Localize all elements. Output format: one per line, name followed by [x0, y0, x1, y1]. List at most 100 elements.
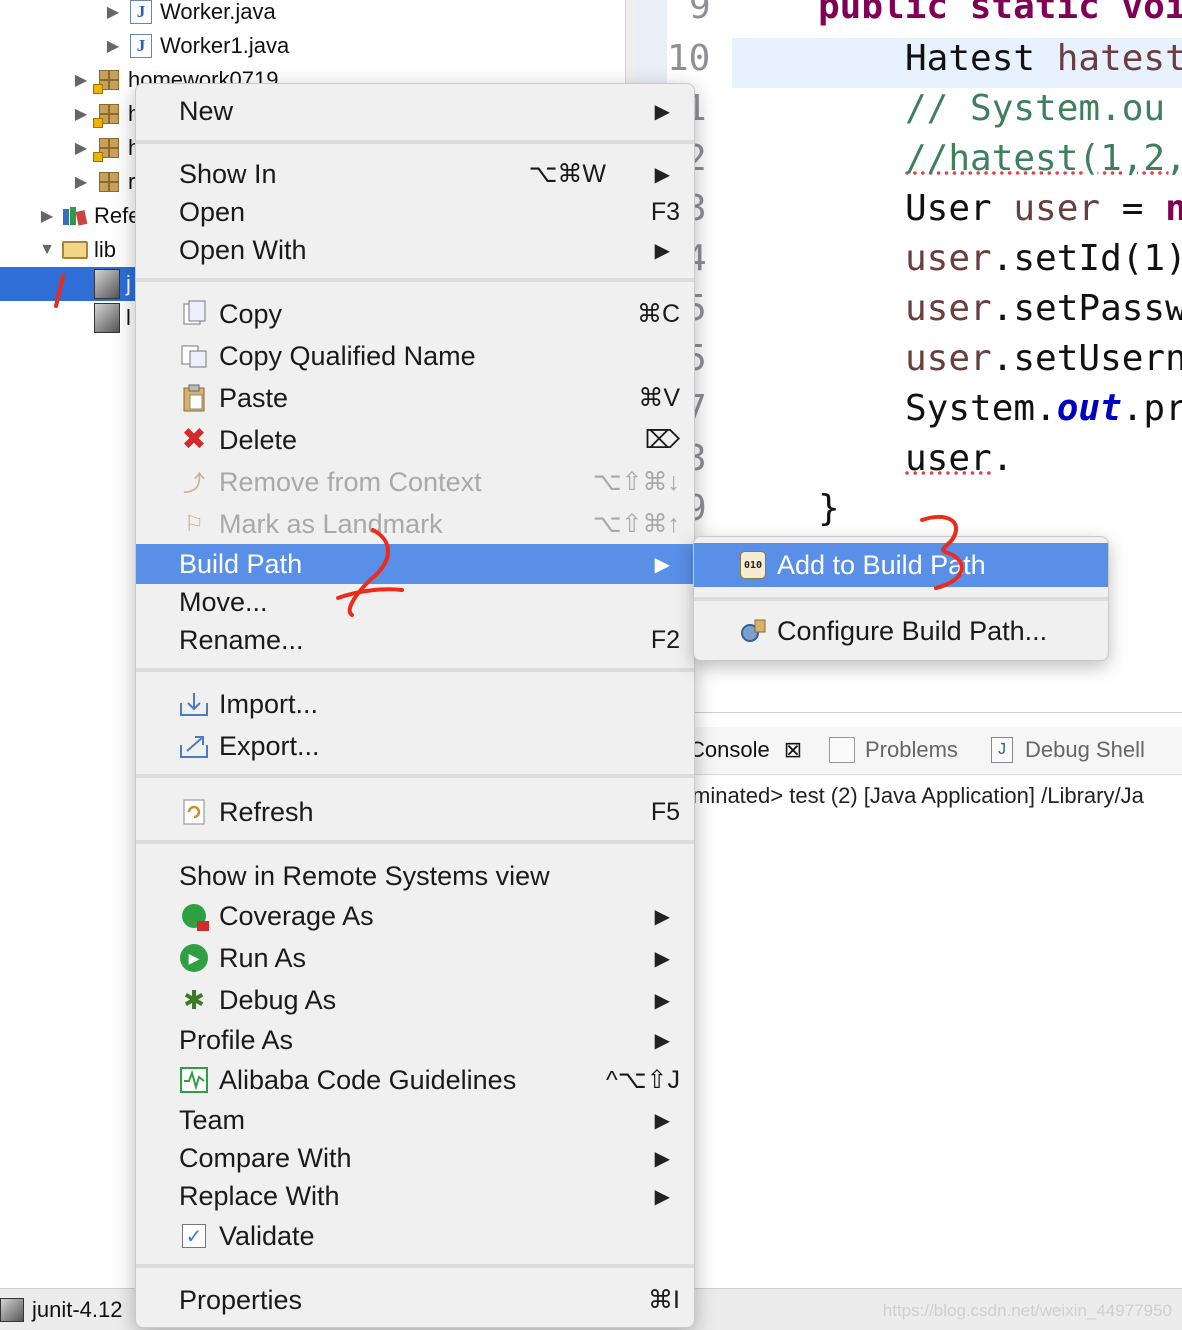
- menu-item-paste[interactable]: Paste ⌘V: [136, 378, 694, 418]
- menu-item-delete[interactable]: ✖ Delete ⌦: [136, 420, 694, 460]
- menu-item-show-in[interactable]: Show In ⌥⌘W ▶: [136, 154, 694, 194]
- line-number: 9: [685, 488, 707, 529]
- tree-item-worker1-java[interactable]: ▶ J Worker1.java: [104, 29, 289, 63]
- coverage-icon: [178, 900, 210, 932]
- submenu-arrow-icon: ▶: [654, 553, 670, 576]
- menu-separator: [136, 278, 694, 282]
- line-number: 5: [685, 288, 707, 329]
- line-number: 1: [685, 88, 707, 129]
- menu-item-label: Move...: [179, 586, 268, 617]
- line-number: 9: [689, 0, 711, 27]
- menu-item-coverage-as[interactable]: Coverage As ▶: [136, 896, 694, 936]
- tree-item-referenced-libraries[interactable]: ▶ Refe: [38, 199, 141, 233]
- submenu-item-add-to-build-path[interactable]: 010 Add to Build Path: [694, 543, 1108, 587]
- menu-item-alibaba-code-guidelines[interactable]: Alibaba Code Guidelines ^⌥⇧J: [136, 1060, 694, 1100]
- menu-item-open[interactable]: Open F3: [136, 192, 694, 232]
- validate-checkbox-icon: ✓: [178, 1220, 210, 1252]
- menu-separator: [136, 1264, 694, 1268]
- code-line: user.setUsern: [905, 338, 1182, 379]
- watermark: https://blog.csdn.net/weixin_44977950: [882, 1301, 1172, 1320]
- menu-item-export[interactable]: Export...: [136, 726, 694, 766]
- line-number: 5: [685, 338, 707, 379]
- tab-label: Console: [689, 737, 770, 762]
- menu-item-open-with[interactable]: Open With ▶: [136, 230, 694, 270]
- menu-item-label: Refresh: [219, 796, 314, 827]
- submenu-item-label: Configure Build Path...: [777, 615, 1048, 646]
- menu-separator: [136, 140, 694, 144]
- menu-item-profile-as[interactable]: Profile As ▶: [136, 1020, 694, 1060]
- tab-console[interactable]: Console ⊠: [689, 737, 802, 763]
- tree-item-jar-selected[interactable]: j: [0, 267, 140, 301]
- menu-item-shortcut: ⌦: [644, 426, 680, 454]
- package-icon: [93, 135, 122, 162]
- menu-item-shortcut: ⌥⇧⌘↑: [592, 510, 680, 538]
- remove-context-icon: ⤴: [182, 471, 205, 496]
- menu-item-shortcut: ⌘I: [648, 1286, 680, 1314]
- menu-item-shortcut: F3: [650, 197, 680, 226]
- menu-item-rename[interactable]: Rename... F2: [136, 620, 694, 660]
- menu-item-validate[interactable]: ✓ Validate: [136, 1216, 694, 1256]
- menu-item-label: Properties: [179, 1284, 303, 1315]
- expand-arrow-icon[interactable]: ▶: [72, 172, 90, 192]
- code-line: // System.ou: [905, 88, 1165, 129]
- tree-item-lib-folder[interactable]: ▼ lib: [38, 233, 116, 267]
- expand-arrow-icon[interactable]: ▶: [38, 206, 56, 226]
- menu-item-label: Show In: [179, 158, 277, 189]
- code-token: public static voi: [818, 0, 1182, 27]
- code-token: .: [991, 438, 1014, 479]
- code-token: out: [1056, 388, 1122, 429]
- menu-item-label: Mark as Landmark: [219, 508, 443, 539]
- submenu-arrow-icon: ▶: [654, 1029, 670, 1052]
- menu-item-debug-as[interactable]: ✱ Debug As ▶: [136, 980, 694, 1020]
- expand-arrow-icon[interactable]: ▶: [72, 104, 90, 124]
- tree-item-package[interactable]: ▶ h: [72, 131, 140, 165]
- menu-item-copy[interactable]: Copy ⌘C: [136, 294, 694, 334]
- menu-item-run-as[interactable]: ▶ Run As ▶: [136, 938, 694, 978]
- close-tab-icon[interactable]: ⊠: [784, 737, 802, 763]
- menu-item-new[interactable]: New ▶: [136, 91, 694, 131]
- menu-item-copy-qualified-name[interactable]: Copy Qualified Name: [136, 336, 694, 376]
- menu-item-properties[interactable]: Properties ⌘I: [136, 1280, 694, 1320]
- menu-item-label: Paste: [219, 382, 289, 413]
- tree-item-worker-java[interactable]: ▶ J Worker.java: [104, 0, 276, 29]
- tab-problems[interactable]: Problems: [829, 737, 958, 763]
- expand-arrow-icon[interactable]: ▶: [104, 2, 122, 22]
- submenu-arrow-icon: ▶: [654, 1147, 670, 1170]
- menu-item-label: Alibaba Code Guidelines: [219, 1064, 517, 1095]
- code-line: user.setId(1): [905, 238, 1182, 279]
- menu-item-replace-with[interactable]: Replace With ▶: [136, 1176, 694, 1216]
- expand-arrow-icon[interactable]: ▶: [72, 70, 90, 90]
- code-token: n: [1165, 188, 1182, 229]
- menu-item-build-path[interactable]: Build Path ▶: [136, 544, 694, 584]
- menu-item-refresh[interactable]: Refresh F5: [136, 792, 694, 832]
- menu-item-label: Export...: [219, 730, 320, 761]
- status-label: junit-4.12: [32, 1297, 123, 1322]
- configure-build-path-icon: [738, 616, 768, 646]
- code-line: user.setPassw: [905, 288, 1182, 329]
- tree-item-jar[interactable]: l: [94, 301, 131, 335]
- expand-arrow-icon[interactable]: ▶: [104, 36, 122, 56]
- tree-item-label: lib: [94, 237, 117, 262]
- collapse-arrow-icon[interactable]: ▼: [38, 241, 56, 259]
- tree-item-package[interactable]: ▶ h: [72, 97, 140, 131]
- submenu-arrow-icon: ▶: [654, 163, 670, 186]
- tree-item-package[interactable]: ▶ r: [72, 165, 135, 199]
- submenu-item-configure-build-path[interactable]: Configure Build Path...: [694, 609, 1108, 653]
- submenu-arrow-icon: ▶: [654, 1185, 670, 1208]
- code-token: Hatest: [905, 38, 1057, 79]
- submenu-arrow-icon: ▶: [654, 100, 670, 123]
- code-token: user: [905, 238, 992, 279]
- tab-debug-shell[interactable]: J Debug Shell: [991, 737, 1145, 763]
- menu-item-show-in-remote-systems-view[interactable]: Show in Remote Systems view: [136, 856, 694, 896]
- menu-item-team[interactable]: Team ▶: [136, 1100, 694, 1140]
- tree-item-label: Worker1.java: [160, 33, 290, 58]
- menu-item-shortcut: ⌥⇧⌘↓: [592, 468, 680, 496]
- menu-item-label: New: [179, 95, 234, 126]
- expand-arrow-icon[interactable]: ▶: [72, 138, 90, 158]
- console-panel: Console ⊠ Problems J Debug Shell minated…: [637, 712, 1182, 1290]
- menu-item-label: Team: [179, 1104, 246, 1135]
- menu-item-remove-from-context: ⤴ Remove from Context ⌥⇧⌘↓: [136, 462, 694, 502]
- menu-item-import[interactable]: Import...: [136, 684, 694, 724]
- menu-item-move[interactable]: Move...: [136, 582, 694, 622]
- menu-item-compare-with[interactable]: Compare With ▶: [136, 1138, 694, 1178]
